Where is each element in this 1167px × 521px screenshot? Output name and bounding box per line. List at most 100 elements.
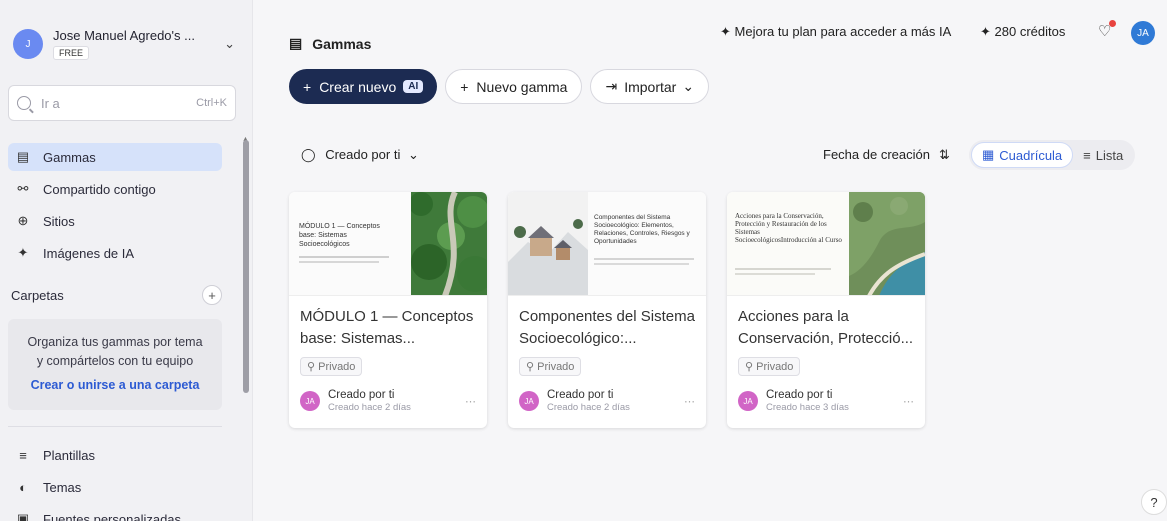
- lock-icon: ⚲: [745, 361, 754, 373]
- user-circle-icon: ◯: [301, 147, 316, 162]
- more-options-icon[interactable]: ⋯: [903, 395, 914, 408]
- gamma-card[interactable]: Acciones para la Conservación, Protecció…: [727, 192, 925, 428]
- thumbnail-line: [299, 261, 379, 263]
- create-folder-link[interactable]: Crear o unirse a una carpeta: [8, 376, 222, 395]
- notifications-bell-icon[interactable]: ♡: [1098, 20, 1117, 40]
- view-grid-label: Cuadrícula: [999, 147, 1063, 163]
- lock-icon: ⚲: [526, 361, 535, 373]
- thumbnail-line: [735, 268, 831, 270]
- font-icon: ▣: [16, 511, 30, 521]
- card-meta: Creado por ti Creado hace 2 días: [547, 389, 684, 413]
- import-button[interactable]: ⇥ Importar ⌄: [590, 69, 710, 104]
- forest-road-image: [411, 192, 487, 295]
- coastline-image: [849, 192, 925, 295]
- creator-avatar: JA: [300, 391, 320, 411]
- sidebar-scrollbar[interactable]: [243, 140, 249, 393]
- sparkle-icon: ✦: [17, 245, 29, 260]
- sort-label: Fecha de creación: [823, 147, 930, 162]
- card-thumbnail: Componentes del Sistema Socioecológico: …: [508, 192, 706, 296]
- card-footer: JA Creado por ti Creado hace 2 días ⋯: [519, 389, 695, 413]
- card-title: Componentes del Sistema Socioecológico:.…: [519, 308, 695, 347]
- sidebar-item-sites[interactable]: ⊕ Sitios: [8, 207, 222, 235]
- list-icon: ≡: [1083, 147, 1091, 163]
- card-thumbnail: Acciones para la Conservación, Protecció…: [727, 192, 925, 296]
- privacy-badge: ⚲ Privado: [738, 357, 801, 376]
- thumbnail-title: MÓDULO 1 — Conceptos base: Sistemas Soci…: [299, 223, 380, 248]
- folders-empty-text: y compártelos con tu equipo: [36, 354, 194, 368]
- thumbnail-line: [594, 258, 694, 260]
- sidebar-item-templates[interactable]: ≡ Plantillas: [8, 441, 222, 469]
- search-icon: [17, 96, 31, 110]
- import-label: Importar: [624, 78, 677, 95]
- sparkle-icon: ✦: [720, 24, 731, 39]
- sidebar-item-ai-images[interactable]: ✦ Imágenes de IA: [8, 239, 222, 267]
- workspace-switcher[interactable]: J Jose Manuel Agredo's ... FREE ⌄: [0, 0, 252, 66]
- more-options-icon[interactable]: ⋯: [684, 395, 695, 408]
- sidebar-nav-bottom: ≡ Plantillas ◐ Temas ▣ Fuentes personali…: [0, 441, 252, 521]
- thumbnail-title: Acciones para la Conservación, Protecció…: [735, 212, 842, 244]
- add-folder-button[interactable]: +: [202, 285, 222, 305]
- gamma-grid: MÓDULO 1 — Conceptos base: Sistemas Soci…: [289, 192, 925, 428]
- privacy-label: Privado: [318, 361, 356, 373]
- creator-avatar: JA: [738, 391, 758, 411]
- sidebar: J Jose Manuel Agredo's ... FREE ⌄ Ir a C…: [0, 0, 253, 521]
- gamma-card[interactable]: Componentes del Sistema Socioecológico: …: [508, 192, 706, 428]
- sidebar-item-label: Compartido contigo: [43, 181, 156, 197]
- privacy-label: Privado: [537, 361, 575, 373]
- app: J Jose Manuel Agredo's ... FREE ⌄ Ir a C…: [0, 0, 1167, 521]
- sidebar-item-themes[interactable]: ◐ Temas: [8, 473, 222, 501]
- view-grid-button[interactable]: ▦ Cuadrícula: [971, 142, 1074, 168]
- search-placeholder: Ir a: [41, 95, 60, 111]
- card-footer: JA Creado por ti Creado hace 3 días ⋯: [738, 389, 914, 413]
- chevron-down-icon[interactable]: ⌄: [224, 36, 235, 52]
- view-list-button[interactable]: ≡ Lista: [1073, 142, 1133, 168]
- folders-empty-text: Organiza tus gammas por tema: [27, 335, 203, 349]
- create-new-button[interactable]: + Crear nuevo AI: [289, 69, 438, 104]
- shared-users-icon: ⚯: [17, 181, 29, 196]
- templates-icon: ≡: [19, 447, 27, 463]
- created-by: Creado por ti: [766, 389, 833, 401]
- created-by-label: Creado por ti: [325, 147, 401, 162]
- credits-button[interactable]: ✦ 280 créditos: [980, 24, 1065, 40]
- sort-direction-icon[interactable]: ⇅: [939, 147, 950, 163]
- search-shortcut: Ctrl+K: [196, 97, 227, 109]
- sidebar-item-fonts[interactable]: ▣ Fuentes personalizadas: [8, 505, 222, 521]
- new-gamma-label: Nuevo gamma: [476, 78, 568, 95]
- sidebar-nav: ▤ Gammas ⚯ Compartido contigo ⊕ Sitios ✦…: [0, 143, 252, 267]
- sidebar-item-shared[interactable]: ⚯ Compartido contigo: [8, 175, 222, 203]
- card-meta: Creado por ti Creado hace 2 días: [328, 389, 465, 413]
- upgrade-link[interactable]: ✦ Mejora tu plan para acceder a más IA: [720, 24, 951, 40]
- new-gamma-button[interactable]: + Nuevo gamma: [445, 69, 583, 104]
- divider: [8, 426, 222, 427]
- filter-bar: ◯ Creado por ti ⌄ Fecha de creación ⌄ ⇅ …: [289, 140, 1145, 170]
- created-by-filter[interactable]: ◯ Creado por ti ⌄: [301, 147, 419, 163]
- sidebar-item-gammas[interactable]: ▤ Gammas: [8, 143, 222, 171]
- thumbnail-title: Componentes del Sistema Socioecológico: …: [594, 214, 690, 245]
- lock-icon: ⚲: [307, 361, 316, 373]
- palette-icon: ◐: [19, 479, 27, 495]
- upgrade-text: Mejora tu plan para acceder a más IA: [734, 24, 952, 39]
- help-button[interactable]: ?: [1141, 489, 1167, 515]
- view-toggle: ▦ Cuadrícula ≡ Lista: [969, 140, 1136, 170]
- main-content: ▤ Gammas ✦ Mejora tu plan para acceder a…: [253, 0, 1167, 521]
- gammas-icon: ▤: [289, 35, 303, 51]
- create-new-label: Crear nuevo: [319, 78, 397, 95]
- privacy-badge: ⚲ Privado: [300, 357, 363, 376]
- created-by: Creado por ti: [328, 389, 395, 401]
- card-meta: Creado por ti Creado hace 3 días: [766, 389, 903, 413]
- globe-icon: ⊕: [17, 213, 29, 228]
- ai-badge: AI: [403, 80, 424, 93]
- created-time: Creado hace 2 días: [547, 402, 630, 413]
- action-buttons: + Crear nuevo AI + Nuevo gamma ⇥ Importa…: [289, 69, 710, 104]
- import-icon: ⇥: [605, 78, 618, 94]
- privacy-label: Privado: [756, 361, 794, 373]
- card-title: MÓDULO 1 — Conceptos base: Sistemas...: [300, 308, 474, 347]
- more-options-icon[interactable]: ⋯: [465, 395, 476, 408]
- search-input[interactable]: Ir a Ctrl+K: [8, 85, 236, 121]
- created-time: Creado hace 3 días: [766, 402, 849, 413]
- account-avatar[interactable]: JA: [1131, 21, 1155, 45]
- gamma-card[interactable]: MÓDULO 1 — Conceptos base: Sistemas Soci…: [289, 192, 487, 428]
- thumbnail-line: [299, 256, 389, 258]
- sort-dropdown[interactable]: Fecha de creación ⌄: [823, 147, 948, 163]
- gammas-icon: ▤: [16, 149, 30, 164]
